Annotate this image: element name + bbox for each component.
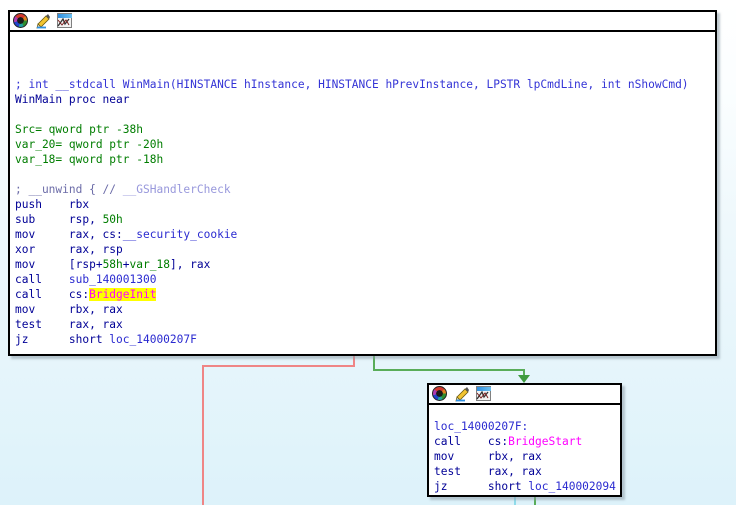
code-line[interactable]: var_20= qword ptr -20h [15, 137, 715, 152]
code-segment[interactable]: call cs: [434, 435, 508, 448]
code-segment[interactable]: mov [rsp+ [15, 258, 103, 271]
code-line[interactable]: loc_14000207F: [434, 419, 620, 434]
code-segment[interactable]: var_18= qword ptr -18h [15, 153, 163, 166]
code-segment[interactable]: ], rax [170, 258, 210, 271]
node-color-icon[interactable] [432, 386, 448, 402]
code-segment[interactable]: call cs: [15, 288, 89, 301]
code-line[interactable]: mov rbx, rax [434, 449, 620, 464]
code-line[interactable]: jz short loc_140002094 [434, 479, 620, 494]
code-segment[interactable]: sub rsp, [15, 213, 103, 226]
code-segment[interactable]: sub_140001300 [69, 273, 157, 286]
pencil-icon [454, 386, 470, 402]
color-wheel-icon [13, 13, 28, 28]
code-segment[interactable]: + [123, 258, 130, 271]
code-segment[interactable]: test rax, rax [15, 318, 123, 331]
code-line[interactable]: call cs:BridgeStart [434, 434, 620, 449]
code-line[interactable]: ; int __stdcall WinMain(HINSTANCE hInsta… [15, 77, 715, 92]
edit-comment-icon[interactable] [35, 13, 51, 29]
code-segment[interactable]: jz short [15, 333, 109, 346]
color-wheel-icon [432, 386, 447, 401]
code-segment[interactable]: loc_140002094 [528, 480, 616, 493]
code-segment[interactable]: ; __unwind { // [15, 183, 123, 196]
basic-block-loc14000207F[interactable]: loc_14000207F:call cs:BridgeStartmov rbx… [427, 383, 622, 497]
code-segment[interactable]: mov rbx, rax [434, 450, 542, 463]
code-line[interactable]: call cs:BridgeInit [15, 287, 715, 302]
code-line[interactable]: mov rax, cs:__security_cookie [15, 227, 715, 242]
basic-block-winmain[interactable]: ; int __stdcall WinMain(HINSTANCE hInsta… [8, 10, 717, 356]
code-segment[interactable]: push rbx [15, 198, 89, 211]
code-segment[interactable]: WinMain proc near [15, 93, 130, 106]
graph-glyph-icon [57, 18, 70, 27]
node-titlebar[interactable] [10, 12, 715, 32]
code-segment[interactable]: test rax, rax [434, 465, 542, 478]
edge-not-taken-segment [202, 365, 355, 367]
graph-canvas[interactable]: ; int __stdcall WinMain(HINSTANCE hInsta… [0, 0, 736, 505]
edge-taken-segment [534, 497, 536, 505]
code-line[interactable]: call sub_140001300 [15, 272, 715, 287]
code-line[interactable]: var_18= qword ptr -18h [15, 152, 715, 167]
edge-flow-segment [514, 497, 516, 505]
edge-taken-segment [373, 369, 525, 371]
node-titlebar[interactable] [429, 385, 620, 405]
open-subview-icon[interactable] [57, 13, 73, 29]
code-line[interactable]: xor rax, rsp [15, 242, 715, 257]
code-line[interactable]: ; __unwind { // __GSHandlerCheck [15, 182, 715, 197]
code-line[interactable]: sub rsp, 50h [15, 212, 715, 227]
code-line[interactable] [15, 107, 715, 122]
code-line[interactable]: push rbx [15, 197, 715, 212]
code-segment[interactable]: BridgeStart [508, 435, 582, 448]
code-segment[interactable]: mov rax, cs: [15, 228, 123, 241]
edit-comment-icon[interactable] [454, 386, 470, 402]
code-segment[interactable]: loc_14000207F [109, 333, 197, 346]
code-segment[interactable]: BridgeInit [89, 288, 156, 301]
window-frame-icon [57, 13, 72, 28]
code-segment[interactable]: ; int __stdcall WinMain(HINSTANCE hInsta… [15, 78, 689, 91]
code-line[interactable]: mov rbx, rax [15, 302, 715, 317]
code-line[interactable]: test rax, rax [434, 464, 620, 479]
code-segment[interactable]: Src= qword ptr -38h [15, 123, 143, 136]
code-listing[interactable]: ; int __stdcall WinMain(HINSTANCE hInsta… [10, 32, 715, 347]
code-segment[interactable]: mov rbx, rax [15, 303, 123, 316]
code-listing[interactable]: loc_14000207F:call cs:BridgeStartmov rbx… [429, 405, 620, 494]
code-segment[interactable]: __security_cookie [123, 228, 238, 241]
pencil-icon [35, 13, 51, 29]
code-segment[interactable]: xor rax, rsp [15, 243, 123, 256]
edge-not-taken-segment [202, 365, 204, 505]
window-frame-icon [476, 386, 491, 401]
graph-glyph-icon [476, 391, 489, 400]
code-segment[interactable]: __GSHandlerCheck [123, 183, 231, 196]
code-line[interactable]: WinMain proc near [15, 92, 715, 107]
code-line[interactable]: mov [rsp+58h+var_18], rax [15, 257, 715, 272]
code-line[interactable] [15, 167, 715, 182]
code-line[interactable]: test rax, rax [15, 317, 715, 332]
code-segment[interactable]: jz short [434, 480, 528, 493]
node-color-icon[interactable] [13, 13, 29, 29]
open-subview-icon[interactable] [476, 386, 492, 402]
code-segment[interactable]: call [15, 273, 69, 286]
code-segment[interactable]: loc_14000207F: [434, 420, 528, 433]
code-segment[interactable]: var_18 [130, 258, 170, 271]
code-segment[interactable]: var_20= qword ptr -20h [15, 138, 163, 151]
edge-arrowhead-icon [518, 375, 530, 383]
code-line[interactable]: Src= qword ptr -38h [15, 122, 715, 137]
code-line[interactable]: jz short loc_14000207F [15, 332, 715, 347]
code-segment[interactable]: 50h [103, 213, 123, 226]
code-segment[interactable]: 58h [103, 258, 123, 271]
